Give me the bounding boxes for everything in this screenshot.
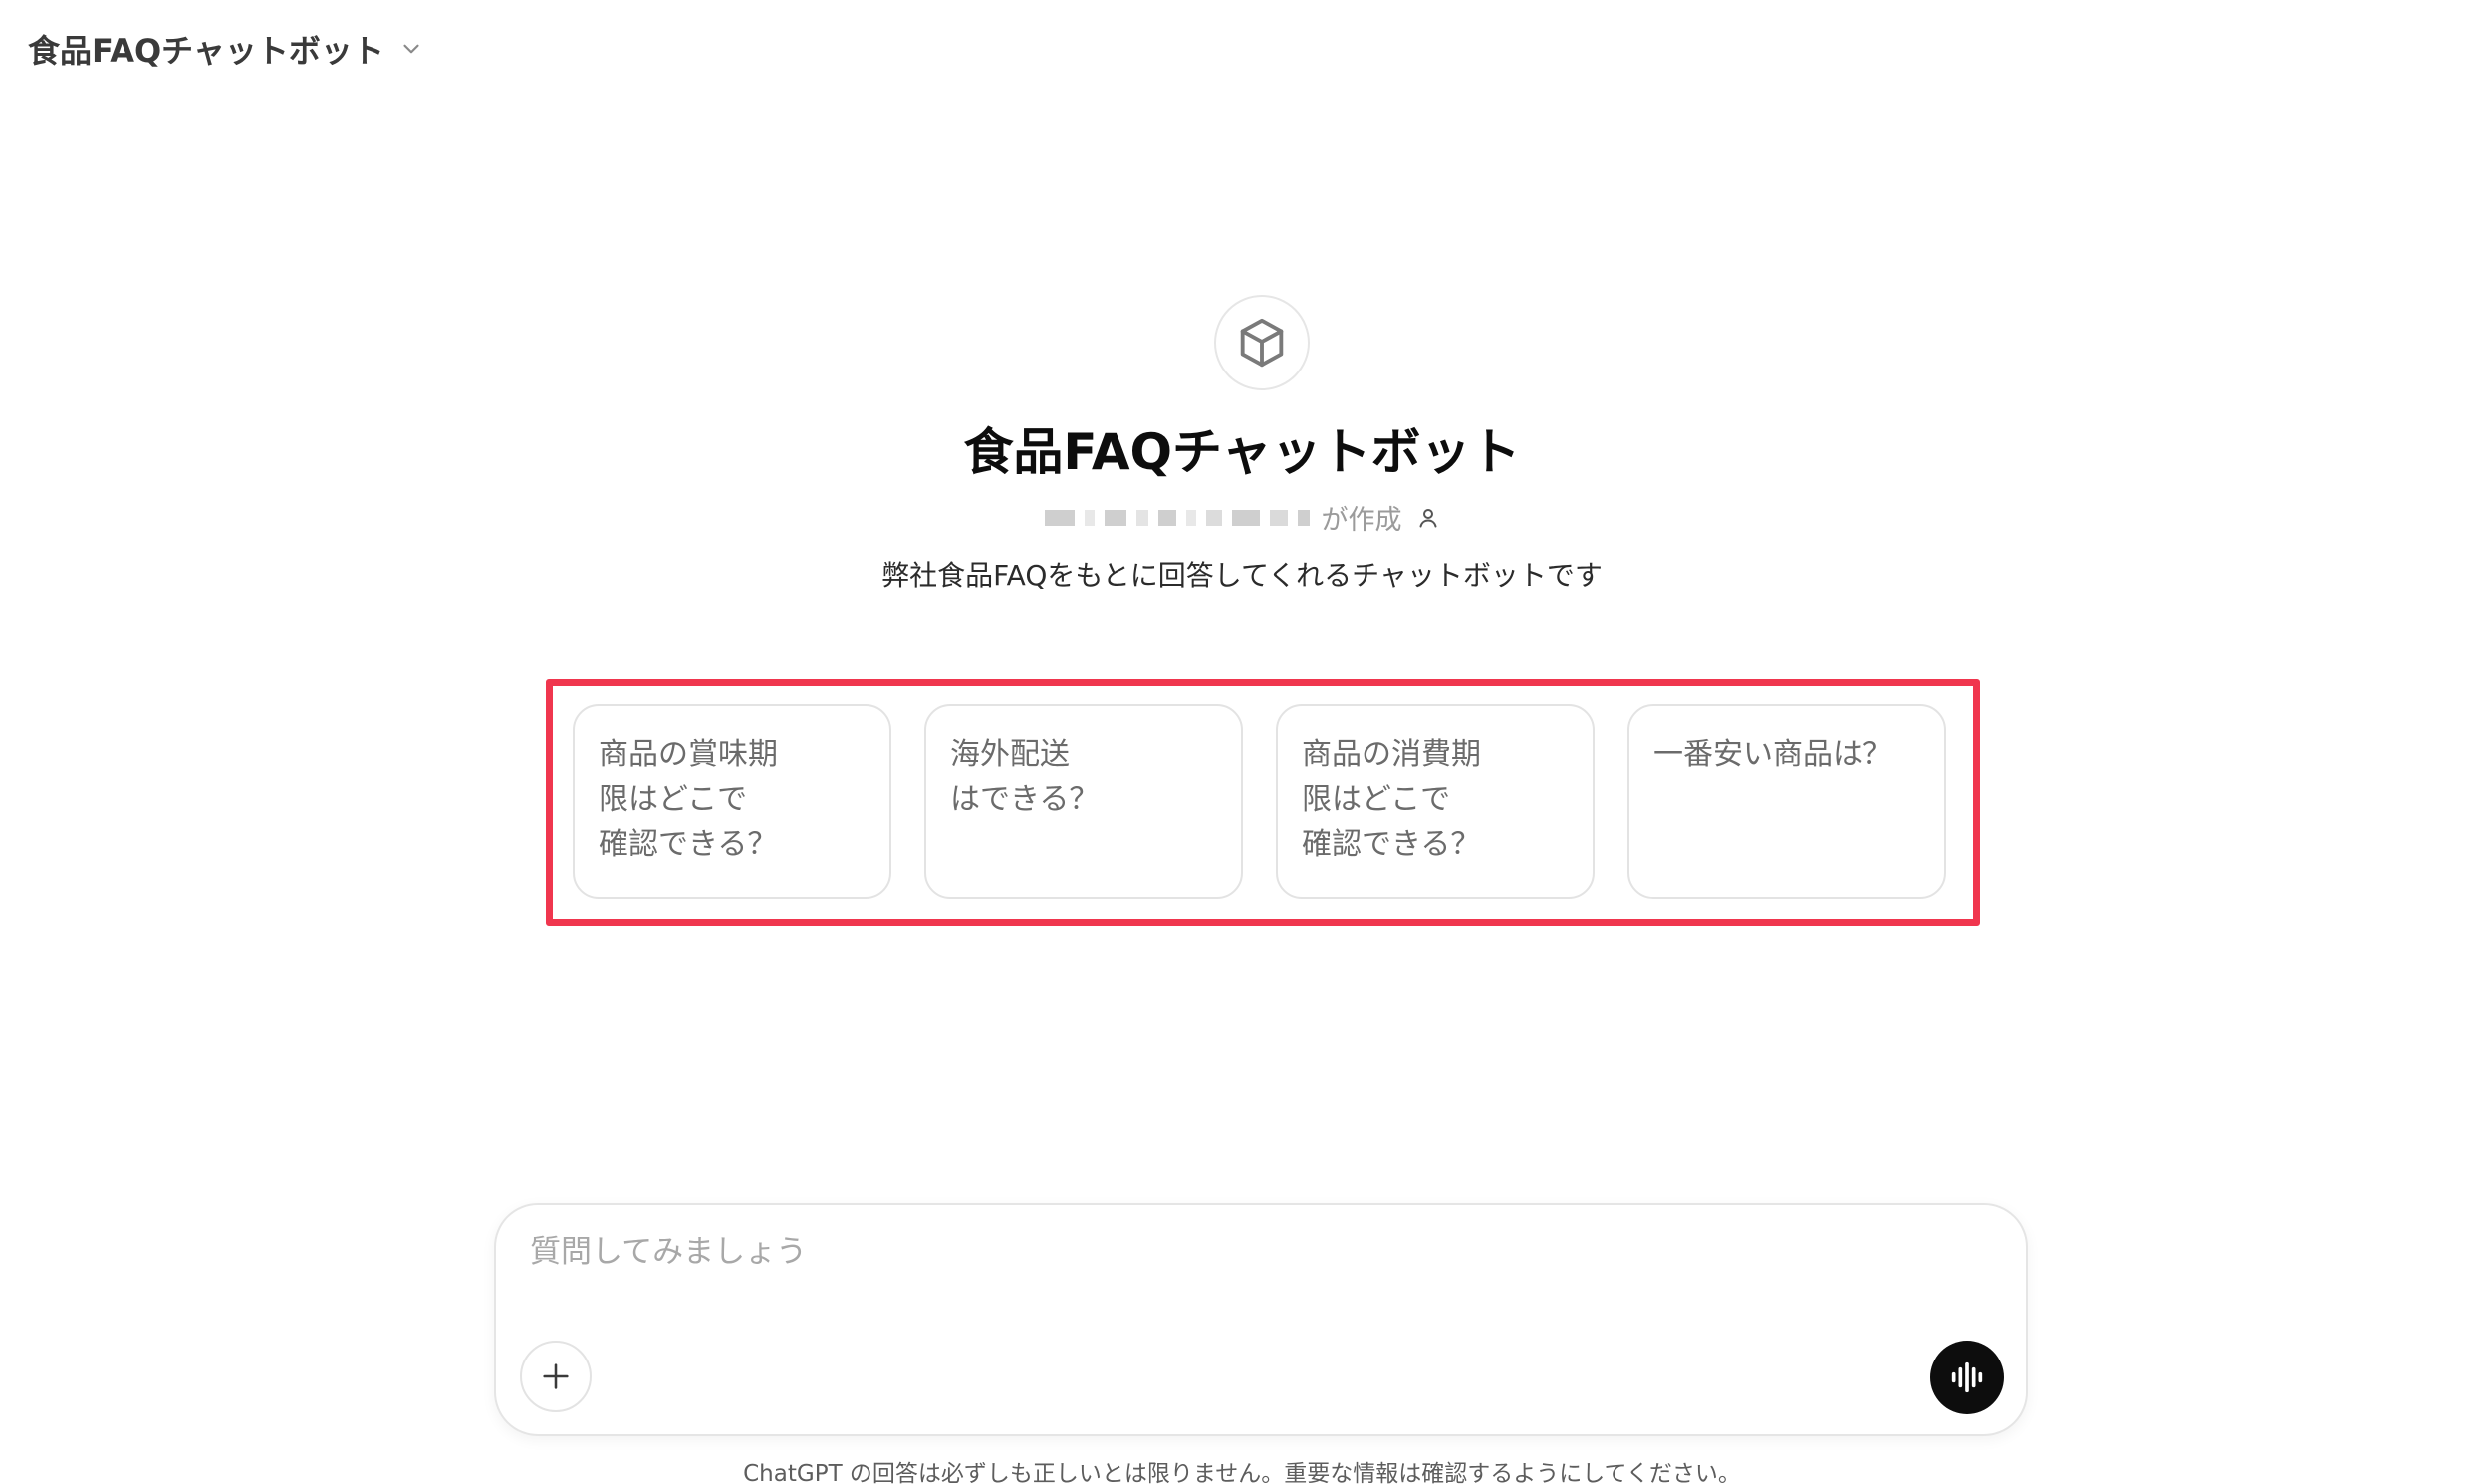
gpt-switcher-label: 食品FAQチャットボット bbox=[28, 32, 384, 70]
conversation-starters: 商品の賞味期 限はどこで 確認できる？ 海外配送 はできる？ 商品の消費期 限は… bbox=[573, 704, 1946, 899]
gpt-title: 食品FAQチャットボット bbox=[963, 423, 1521, 481]
chat-page: 食品FAQチャットボット 食品FAQチャットボット が作成 弊社食品FAQをもと… bbox=[0, 0, 2484, 1484]
starter-card[interactable]: 商品の賞味期 限はどこで 確認できる？ bbox=[573, 704, 891, 899]
person-icon[interactable] bbox=[1416, 506, 1440, 530]
gpt-avatar bbox=[1214, 295, 1310, 390]
cube-icon bbox=[1240, 318, 1284, 368]
author-suffix: が作成 bbox=[1321, 505, 1402, 536]
voice-mode-button[interactable] bbox=[1930, 1341, 2004, 1414]
attach-button[interactable] bbox=[520, 1341, 592, 1412]
message-input[interactable] bbox=[528, 1233, 1827, 1271]
author-row: が作成 bbox=[0, 498, 2484, 537]
redacted-author-name bbox=[1044, 509, 1310, 526]
starter-card[interactable]: 海外配送 はできる？ bbox=[924, 704, 1243, 899]
starter-card[interactable]: 商品の消費期 限はどこで 確認できる？ bbox=[1276, 704, 1595, 899]
gpt-description: 弊社食品FAQをもとに回答してくれるチャットボットです bbox=[881, 559, 1603, 592]
starter-card[interactable]: 一番安い商品は？ bbox=[1627, 704, 1946, 899]
plus-icon bbox=[543, 1363, 569, 1389]
message-composer bbox=[494, 1203, 2028, 1436]
disclaimer-text: ChatGPT の回答は必ずしも正しいとは限りません。重要な情報は確認するように… bbox=[743, 1461, 1741, 1484]
chevron-down-icon bbox=[403, 44, 419, 54]
voice-waveform-icon bbox=[1951, 1361, 1983, 1393]
gpt-switcher-dropdown[interactable]: 食品FAQチャットボット bbox=[28, 24, 424, 74]
